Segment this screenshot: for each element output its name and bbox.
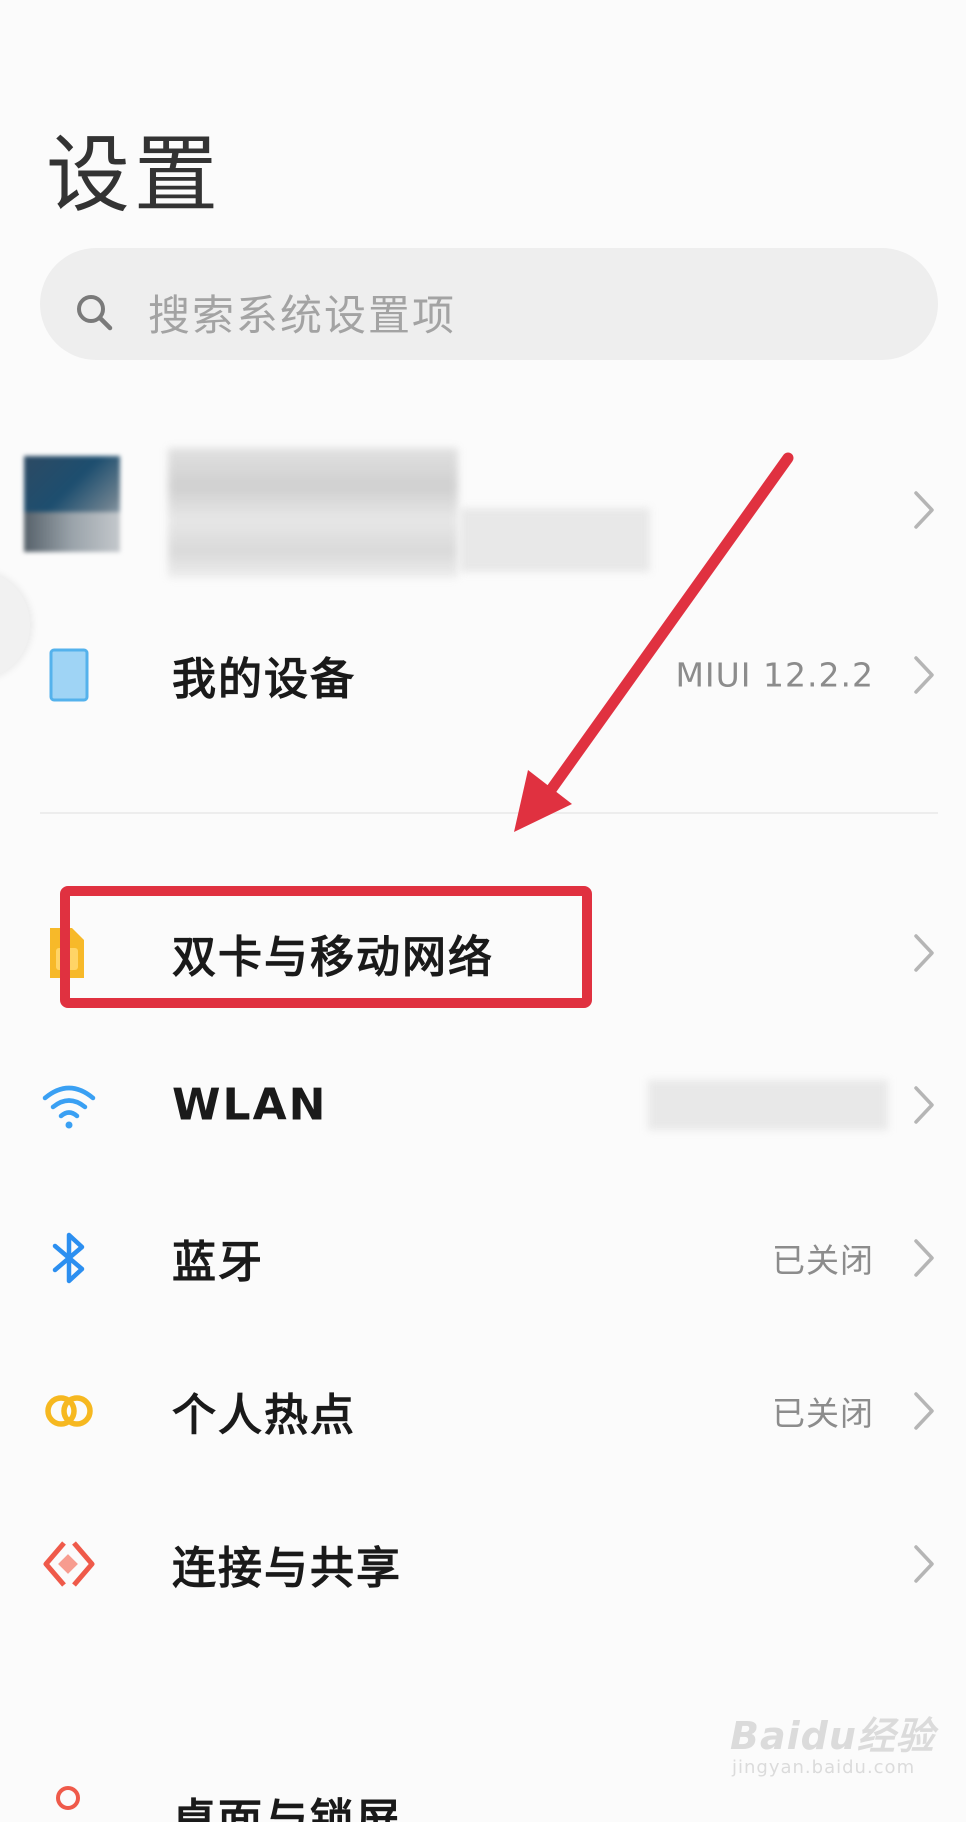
settings-screen: 设置 搜索系统设置项 我的设备 MIUI 12.2.2 双卡与移动网络 WLAN… — [0, 0, 966, 1822]
chevron-right-icon — [914, 1086, 934, 1124]
row-hotspot[interactable]: 个人热点 已关闭 — [0, 1336, 966, 1486]
divider — [40, 812, 938, 814]
row-label: WLAN — [172, 1079, 328, 1131]
account-subtitle-redacted — [460, 508, 650, 572]
row-value: 已关闭 — [772, 1394, 874, 1433]
bluetooth-icon — [52, 1232, 85, 1284]
wlan-network-redacted — [648, 1080, 888, 1130]
row-label: 连接与共享 — [172, 1543, 402, 1594]
account-row[interactable] — [0, 420, 966, 600]
wifi-icon — [42, 1085, 96, 1129]
annotation-highlight-box — [60, 886, 592, 1008]
row-bluetooth[interactable]: 蓝牙 已关闭 — [0, 1183, 966, 1333]
baidu-watermark: Baidu经验 jingyan.baidu.com — [730, 1705, 940, 1785]
row-label: 桌面与锁屏 — [172, 1795, 402, 1822]
chevron-right-icon — [914, 491, 934, 529]
chevron-right-icon — [914, 1239, 934, 1277]
search-placeholder: 搜索系统设置项 — [148, 291, 457, 340]
hotspot-icon — [45, 1395, 93, 1427]
chevron-right-icon — [914, 1392, 934, 1430]
search-icon — [77, 295, 113, 331]
tablet-icon — [49, 648, 89, 702]
page-title: 设置 — [46, 126, 223, 224]
chevron-right-icon — [914, 934, 934, 972]
row-label: 我的设备 — [172, 654, 356, 705]
chevron-right-icon — [914, 1545, 934, 1583]
avatar — [24, 456, 120, 552]
row-value: 已关闭 — [772, 1241, 874, 1280]
row-label: 个人热点 — [172, 1390, 356, 1441]
row-value: MIUI 12.2.2 — [675, 655, 874, 695]
row-connection-sharing[interactable]: 连接与共享 — [0, 1489, 966, 1639]
chevron-right-icon — [914, 656, 934, 694]
row-label: 蓝牙 — [172, 1237, 264, 1288]
row-wlan[interactable]: WLAN — [0, 1030, 966, 1180]
row-my-device[interactable]: 我的设备 MIUI 12.2.2 — [0, 600, 966, 750]
desktop-icon — [56, 1786, 80, 1810]
share-icon — [43, 1541, 95, 1587]
account-name-redacted — [168, 448, 458, 578]
watermark-site: jingyan.baidu.com — [732, 1757, 916, 1778]
watermark-logo: Baidu经验 — [730, 1714, 935, 1758]
